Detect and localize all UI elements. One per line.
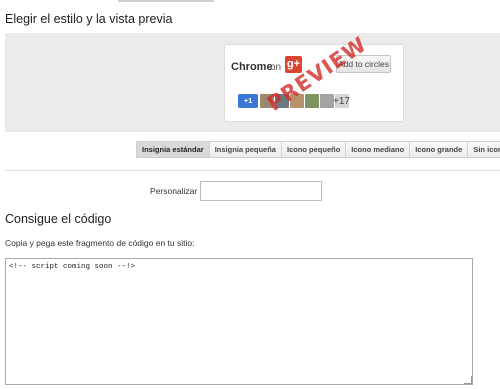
- google-plus-icon: g+: [285, 56, 302, 73]
- badge-on-text: on: [270, 62, 282, 73]
- style-section-title: Elegir el estilo y la vista previa: [5, 12, 173, 26]
- plus-one-button[interactable]: +1: [238, 94, 258, 108]
- tab-sin-icono[interactable]: Sin icono: [468, 142, 500, 157]
- style-tab-bar: Insignia estándar Insignia pequeña Icono…: [136, 141, 500, 158]
- top-divider: [118, 0, 214, 2]
- badge-preview-card: Chrome on g+ Add to circles +1 +17: [224, 44, 404, 122]
- code-snippet-textarea[interactable]: <!-- script coming soon --!>: [5, 258, 473, 385]
- code-instructions: Copia y pega este fragmento de código en…: [5, 238, 195, 248]
- textarea-resize-handle[interactable]: [464, 376, 472, 384]
- tab-icono-pequeno[interactable]: Icono pequeño: [281, 142, 347, 157]
- avatar: [290, 94, 304, 108]
- plus-one-count: +17: [333, 96, 350, 107]
- avatar: [275, 94, 289, 108]
- avatar: [305, 94, 319, 108]
- avatar: [320, 94, 334, 108]
- tab-insignia-pequena[interactable]: Insignia pequeña: [209, 142, 282, 157]
- tab-insignia-estandar[interactable]: Insignia estándar: [137, 142, 210, 157]
- tab-icono-grande[interactable]: Icono grande: [410, 142, 469, 157]
- code-section-title: Consigue el código: [5, 212, 112, 226]
- section-divider: [5, 170, 500, 171]
- add-to-circles-button[interactable]: Add to circles: [336, 55, 391, 73]
- customize-name-input[interactable]: [200, 181, 322, 201]
- avatar: [260, 94, 274, 108]
- badge-page-name: Chrome: [231, 61, 273, 73]
- tab-icono-mediano[interactable]: Icono mediano: [346, 142, 411, 157]
